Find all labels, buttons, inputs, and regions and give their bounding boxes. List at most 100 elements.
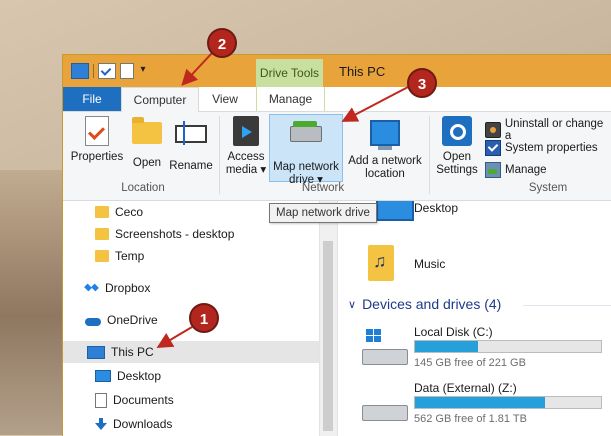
drive-free-space: 145 GB free of 221 GB <box>414 357 526 369</box>
uninstall-icon <box>485 122 501 138</box>
nav-item-documents[interactable]: Documents <box>95 389 315 411</box>
tab-manage[interactable]: Manage <box>256 87 325 111</box>
map-drive-label-1: Map network <box>273 161 339 173</box>
drive-usage-bar <box>414 340 602 353</box>
group-label-location: Location <box>121 182 165 194</box>
drive-free-space: 562 GB free of 1.81 TB <box>414 413 527 425</box>
desktop-icon <box>95 370 111 382</box>
ribbon: Properties Open Rename Location Access m… <box>63 112 611 201</box>
nav-item-label: Documents <box>113 393 174 407</box>
annotation-badge-1: 1 <box>189 303 219 333</box>
access-media-button[interactable]: Access media ▾ <box>223 116 269 177</box>
properties-icon <box>85 116 109 146</box>
computer-icon[interactable] <box>71 63 89 79</box>
toolbar-separator <box>93 64 94 78</box>
system-properties-icon <box>485 140 501 156</box>
windows-logo-icon <box>366 329 382 343</box>
nav-item-this-pc[interactable]: This PC <box>63 341 319 363</box>
nav-item-label: Desktop <box>117 369 162 383</box>
ribbon-tabs: File Computer View Manage <box>63 87 611 113</box>
nav-item-desktop[interactable]: Desktop <box>95 365 315 387</box>
access-media-label-1: Access <box>227 151 265 163</box>
drive-usage-bar <box>414 396 602 409</box>
open-settings-label-1: Open <box>442 151 472 163</box>
system-properties-label: System properties <box>505 142 598 154</box>
drive-usage-fill <box>415 341 479 352</box>
annotation-badge-3: 3 <box>407 68 437 98</box>
documents-icon <box>95 392 107 408</box>
devices-heading: Devices and drives (4) <box>362 296 502 312</box>
media-icon <box>233 116 259 146</box>
rename-button[interactable]: Rename <box>169 116 213 173</box>
nav-item-screenshots[interactable]: Screenshots - desktop <box>95 223 315 245</box>
computer-icon <box>87 345 105 359</box>
open-label: Open <box>132 157 162 169</box>
open-settings-label-2: Settings <box>436 164 478 176</box>
group-label-system: System <box>528 182 568 194</box>
context-tab-drive-tools: Drive Tools <box>256 59 323 87</box>
window-title: This PC <box>339 64 386 79</box>
nav-item-label: Ceco <box>115 205 144 219</box>
drive-name: Local Disk (C:) <box>414 325 493 339</box>
properties-button[interactable]: Properties <box>69 116 125 164</box>
file-explorer-window: ▾ Drive Tools This PC File Computer View… <box>62 54 611 436</box>
system-properties-button[interactable]: System properties <box>485 140 598 156</box>
desktop-wallpaper <box>0 170 62 435</box>
folder-icon <box>95 228 109 240</box>
gear-icon <box>442 116 472 146</box>
new-folder-icon[interactable] <box>120 63 134 79</box>
add-network-location-button[interactable]: Add a network location <box>345 116 425 181</box>
nav-item-temp[interactable]: Temp <box>95 245 315 267</box>
nav-item-downloads[interactable]: Downloads <box>95 413 315 435</box>
title-bar: ▾ Drive Tools This PC <box>63 55 611 87</box>
content-pane: Desktop Music ∨ Devices and drives (4) L… <box>338 201 611 436</box>
access-media-label-2: media ▾ <box>225 164 267 176</box>
folder-icon <box>132 117 162 144</box>
drive-name: Data (External) (Z:) <box>414 381 517 395</box>
scrollbar-thumb[interactable] <box>323 241 333 431</box>
nav-item-label: This PC <box>111 345 154 359</box>
folder-label: Music <box>414 257 446 271</box>
folder-icon <box>95 250 109 262</box>
uninstall-label: Uninstall or change a <box>504 118 604 142</box>
nav-item-dropbox[interactable]: Dropbox <box>85 277 315 299</box>
desktop-icon <box>376 201 414 221</box>
open-settings-button[interactable]: Open Settings <box>433 116 481 177</box>
chevron-down-icon: ∨ <box>348 298 357 311</box>
nav-item-label: OneDrive <box>107 313 158 327</box>
downloads-icon <box>95 418 107 430</box>
hard-drive-icon <box>362 405 408 421</box>
folder-label: Desktop <box>414 201 459 215</box>
group-separator <box>429 116 430 194</box>
open-button[interactable]: Open <box>129 116 165 170</box>
nav-item-label: Temp <box>115 249 145 263</box>
network-drive-icon <box>290 121 322 142</box>
folder-icon <box>95 206 109 218</box>
tab-computer[interactable]: Computer <box>121 87 199 113</box>
devices-section-header[interactable]: ∨ Devices and drives (4) <box>348 296 501 312</box>
music-folder-icon <box>368 245 394 281</box>
uninstall-button[interactable]: Uninstall or change a <box>485 118 611 142</box>
map-network-drive-button[interactable]: Map network drive ▾ <box>269 116 343 187</box>
tab-file[interactable]: File <box>63 87 121 111</box>
manage-label: Manage <box>505 164 547 176</box>
add-location-label-1: Add a network <box>348 155 422 167</box>
navigation-scrollbar[interactable] <box>319 201 337 436</box>
quick-access-toolbar: ▾ <box>71 63 148 79</box>
properties-icon[interactable] <box>98 63 116 79</box>
nav-item-label: Screenshots - desktop <box>115 227 235 241</box>
drive-usage-fill <box>415 397 546 408</box>
rename-label: Rename <box>169 160 213 172</box>
group-separator <box>219 116 220 194</box>
nav-item-label: Downloads <box>113 417 173 431</box>
chevron-down-icon[interactable]: ▾ <box>138 64 148 78</box>
tooltip-map-network-drive: Map network drive <box>269 203 377 223</box>
network-location-icon <box>370 120 400 150</box>
nav-item-label: Dropbox <box>105 281 151 295</box>
tab-view[interactable]: View <box>197 87 253 111</box>
add-location-label-2: location <box>365 168 405 180</box>
rename-icon <box>175 121 207 145</box>
manage-icon <box>485 162 501 178</box>
manage-button[interactable]: Manage <box>485 162 547 178</box>
properties-label: Properties <box>70 151 124 163</box>
